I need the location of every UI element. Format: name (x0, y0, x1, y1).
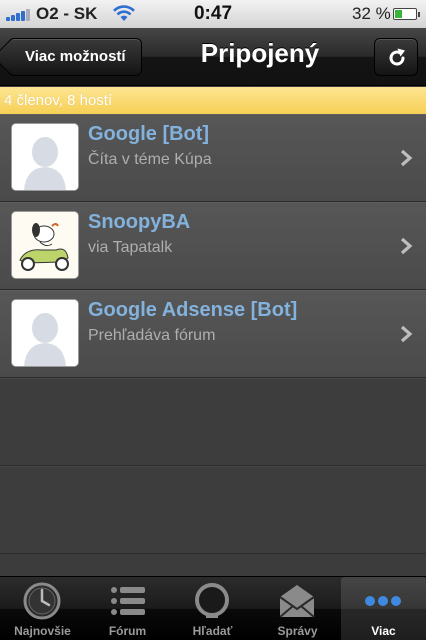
more-dots-icon (365, 596, 401, 606)
empty-list-row (0, 378, 426, 466)
battery-percent: 32 % (352, 4, 391, 23)
tab-bar: Najnovšie Fórum Hľadať Správy Viac (0, 576, 426, 640)
list-item[interactable]: SnoopyBA via Tapatalk (0, 202, 426, 290)
chevron-right-icon (400, 325, 413, 343)
tab-spravy[interactable]: Správy (255, 577, 340, 640)
default-avatar (12, 300, 78, 366)
user-activity: Prehľadáva fórum (88, 327, 216, 344)
tab-label: Hľadať (192, 624, 233, 638)
user-activity: via Tapatalk (88, 239, 173, 256)
user-name: SnoopyBA (88, 211, 191, 233)
tab-label: Najnovšie (14, 624, 71, 638)
chevron-right-icon (400, 237, 413, 255)
tab-forum[interactable]: Fórum (85, 577, 170, 640)
user-name: Google Adsense [Bot] (88, 299, 298, 321)
tab-label: Viac (371, 624, 396, 638)
user-name: Google [Bot] (88, 123, 210, 145)
refresh-icon (389, 48, 405, 66)
refresh-button[interactable] (374, 38, 418, 76)
status-bar: O2 - SK 0:47 32 % (0, 0, 426, 28)
chevron-right-icon (400, 149, 413, 167)
page-title: Pripojený (200, 38, 320, 68)
clock-icon (23, 582, 61, 620)
battery-icon (393, 8, 420, 20)
tab-hladat[interactable]: Hľadať (170, 577, 255, 640)
online-users-list: Google [Bot] Číta v téme Kúpa SnoopyBA v… (0, 114, 426, 554)
search-icon (195, 583, 229, 618)
tab-viac[interactable]: Viac (341, 577, 426, 640)
default-avatar (12, 124, 78, 190)
screen: O2 - SK 0:47 32 % Viac možností Pripojen… (0, 0, 426, 640)
snoopy-scooter-avatar (12, 212, 78, 278)
online-count-banner: 4 členov, 8 hostí (0, 87, 426, 114)
empty-list-row (0, 466, 426, 554)
list-item[interactable]: Google Adsense [Bot] Prehľadáva fórum (0, 290, 426, 378)
user-activity: Číta v téme Kúpa (88, 151, 212, 168)
tab-najnovsie[interactable]: Najnovšie (0, 577, 85, 640)
list-icon (111, 587, 145, 615)
envelope-icon (279, 585, 315, 618)
list-item[interactable]: Google [Bot] Číta v téme Kúpa (0, 114, 426, 202)
back-button-label: Viac možností (25, 48, 126, 65)
navigation-bar: Viac možností Pripojený (0, 28, 426, 86)
tab-label: Fórum (108, 624, 147, 638)
battery-fill (395, 10, 403, 18)
tab-label: Správy (277, 624, 318, 638)
back-button[interactable]: Viac možností (8, 38, 142, 76)
